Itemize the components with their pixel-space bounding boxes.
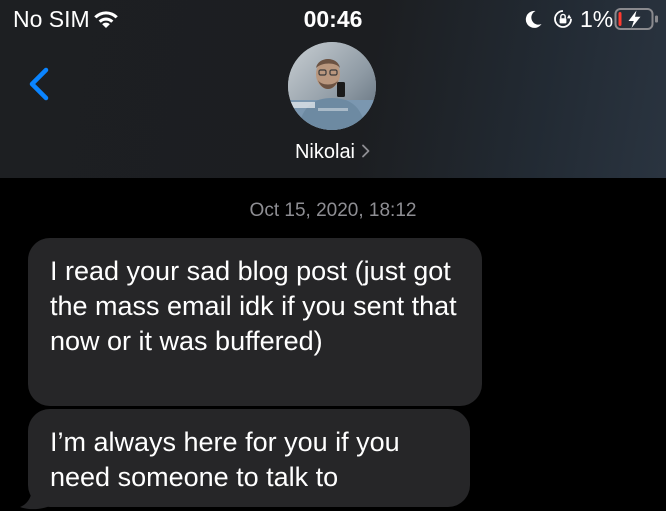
back-button[interactable]	[24, 62, 58, 106]
moon-icon	[525, 10, 542, 28]
bubble-tail	[20, 488, 50, 510]
message-bubble[interactable]: I read your sad blog post (just got the …	[28, 238, 482, 406]
conversation-header: No SIM 00:46 1% Nikolai	[0, 0, 666, 178]
contact-info-button[interactable]: Nikolai	[0, 140, 666, 164]
avatar-photo	[288, 42, 376, 130]
status-bar: No SIM 00:46 1%	[0, 0, 666, 40]
chevron-right-icon	[362, 144, 370, 158]
contact-name: Nikolai	[294, 141, 356, 163]
message-bubble[interactable]: I’m always here for you if you need some…	[28, 409, 470, 507]
battery-charging-icon	[614, 8, 658, 30]
message-text: I’m always here for you if you need some…	[50, 427, 400, 492]
avatar[interactable]	[288, 42, 376, 130]
messages-screen: No SIM 00:46 1% Nikolai Oct 15, 2020, 18…	[0, 0, 666, 511]
battery-percent: 1%	[580, 6, 614, 32]
message-timestamp: Oct 15, 2020, 18:12	[249, 200, 417, 221]
message-text: I read your sad blog post (just got the …	[50, 256, 457, 356]
rotation-lock-icon	[554, 10, 572, 28]
